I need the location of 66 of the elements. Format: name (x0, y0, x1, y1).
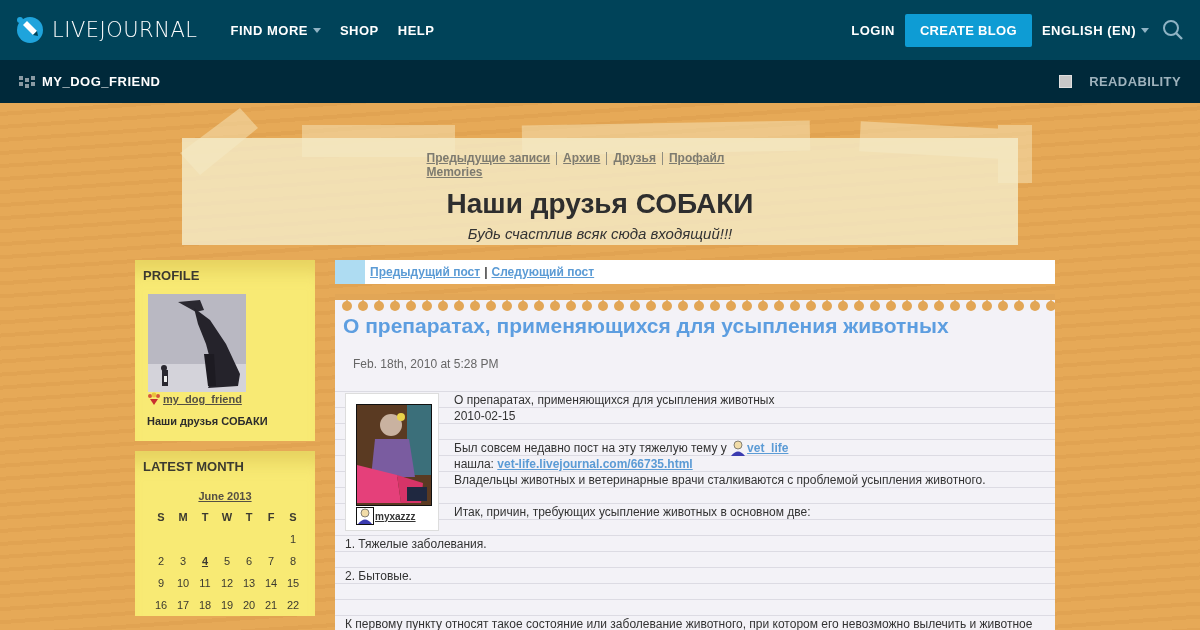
readability-label[interactable]: READABILITY (1089, 74, 1181, 89)
author-link[interactable]: myxazzz (375, 510, 416, 522)
search-icon[interactable] (1162, 19, 1184, 41)
calendar-day: 17 (176, 599, 190, 611)
calendar-day: 6 (245, 555, 253, 567)
calendar-day: 14 (264, 577, 278, 589)
post-text: О препаратах, применяющихся для усыпления животных (453, 392, 776, 408)
user-icon (147, 392, 161, 406)
calendar-day: 5 (223, 555, 231, 567)
separator: | (484, 265, 488, 279)
calendar-day: 13 (242, 577, 256, 589)
post-date: Feb. 18th, 2010 at 5:28 PM (353, 357, 500, 371)
post-text: 2. Бытовые. (344, 568, 413, 584)
calendar-day: 21 (264, 599, 278, 611)
post-text: Итак, причин, требующих усыпление животных в основном две: (453, 504, 812, 520)
weekday-label: S (288, 510, 298, 525)
post-text: К первому пункту относят такое состояние или заболевание животного, при котором его невозможно вылечить и животное (344, 616, 1034, 630)
calendar-day: 16 (154, 599, 168, 611)
journal-title: Наши друзья СОБАКИ (446, 188, 754, 220)
calendar-day: 7 (267, 555, 275, 567)
panel-heading: LATEST MONTH (142, 458, 245, 474)
calendar-day: 10 (176, 577, 190, 589)
username-link[interactable]: my_dog_friend (163, 393, 242, 405)
calendar-day: 20 (242, 599, 256, 611)
calendar-day: 12 (220, 577, 234, 589)
calendar-day: 1 (289, 533, 297, 545)
user-icon (730, 440, 747, 456)
weekday-label: T (244, 510, 254, 525)
journal-description: Наши друзья СОБАКИ (147, 415, 269, 427)
post-title: О препаратах, применяющихся для усыпления животных (343, 314, 950, 338)
logo-text[interactable]: LIVEJOURNAL (52, 18, 198, 42)
post-text: нашла: vet-life.livejournal.com/66735.html (453, 456, 694, 472)
calendar-day: 3 (179, 555, 187, 567)
journal-name[interactable]: MY_DOG_FRIEND (42, 74, 161, 89)
logo-icon[interactable] (16, 16, 44, 44)
readability-checkbox[interactable] (1059, 75, 1073, 88)
calendar-day: 22 (286, 599, 300, 611)
calendar-day: 19 (220, 599, 234, 611)
nav-link[interactable]: FIND MORE (230, 22, 321, 38)
calendar-day: 11 (199, 577, 211, 589)
login-link[interactable]: LOGIN (851, 22, 895, 38)
panel-heading: PROFILE (142, 267, 201, 283)
weekday-label: T (200, 510, 210, 525)
calendar-day: 18 (198, 599, 212, 611)
language-selector[interactable]: ENGLISH (EN) (1041, 22, 1149, 38)
calendar-day: 8 (289, 555, 297, 567)
caret-icon (1141, 27, 1149, 33)
calendar-day: 15 (286, 577, 300, 589)
journal-subtitle: Будь счастлив всяк сюда входящий!!! (467, 225, 733, 242)
weekday-label: W (220, 510, 234, 525)
caret-icon (312, 27, 321, 33)
post-text: 2010-02-15 (453, 408, 517, 424)
post-text: Владельцы животных и ветеринарные врачи сталкиваются с проблемой усыпления животного. (453, 472, 987, 488)
calendar-day-link[interactable]: 4 (201, 555, 209, 567)
journal-icon (19, 74, 35, 89)
calendar-day: 2 (157, 555, 165, 567)
post-text: 1. Тяжелые заболевания. (344, 536, 488, 552)
user-icon (356, 507, 374, 525)
month-link[interactable]: June 2013 (135, 490, 315, 502)
post-text: Был совсем недавно пост на эту тяжелую тему у vet_life (453, 440, 790, 456)
nav-link[interactable]: HELP (397, 22, 435, 38)
weekday-label: M (177, 510, 189, 525)
nav-link[interactable]: SHOP (339, 22, 379, 38)
weekday-label: F (266, 510, 276, 525)
weekday-label: S (156, 510, 166, 525)
calendar-day: 9 (157, 577, 165, 589)
